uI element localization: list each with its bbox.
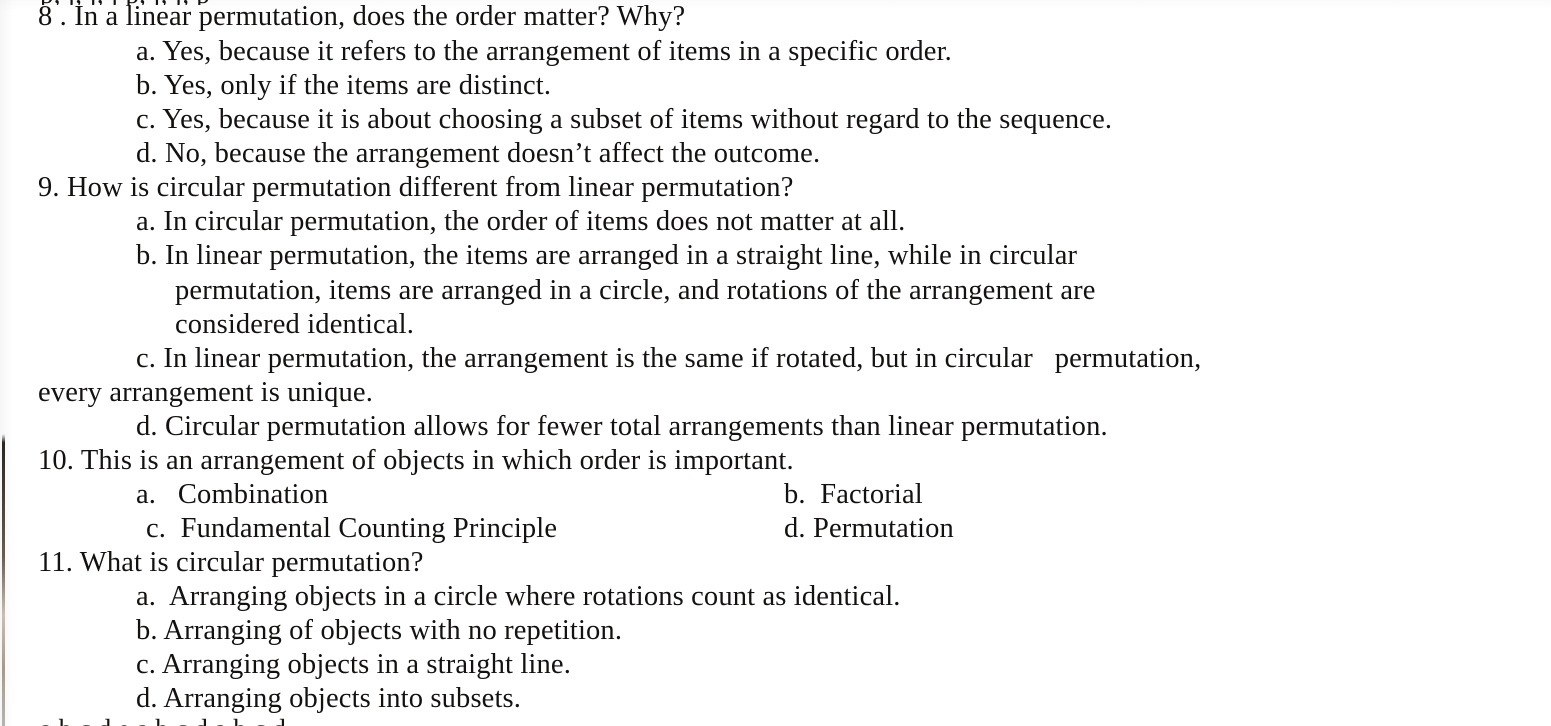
question-8-option-c: c. Yes, because it is about choosing a s… bbox=[136, 104, 1113, 135]
question-10-prompt: 10. This is an arrangement of objects in… bbox=[38, 445, 794, 476]
clipped-bottom-text: a b c d e a b c d a b c d bbox=[0, 714, 1551, 726]
question-10-option-d: d. Permutation bbox=[784, 513, 954, 544]
question-9-prompt: 9. How is circular permutation different… bbox=[38, 172, 794, 203]
question-11-option-d: d. Arranging objects into subsets. bbox=[136, 683, 522, 714]
question-8-option-d: d. No, because the arrangement doesn’t a… bbox=[136, 138, 821, 169]
question-9-option-b-line-3: considered identical. bbox=[175, 309, 414, 340]
clipped-bottom-text-row: a b c d e a b c d a b c d bbox=[0, 714, 1551, 726]
question-9-option-c: c. In linear permutation, the arrangemen… bbox=[136, 343, 1202, 374]
worksheet-text-body: 8 . In a linear permutation, does the or… bbox=[0, 0, 1551, 726]
question-9-option-d: d. Circular permutation allows for fewer… bbox=[136, 411, 1108, 442]
question-10-option-a: a. Combination bbox=[136, 479, 329, 510]
page-edge-artifact bbox=[2, 434, 5, 726]
question-9-option-c-line-2: every arrangement is unique. bbox=[38, 377, 373, 408]
question-11-option-b: b. Arranging of objects with no repetiti… bbox=[136, 615, 623, 646]
question-10-option-c: c. Fundamental Counting Principle bbox=[146, 513, 558, 544]
question-8-prompt: 8 . In a linear permutation, does the or… bbox=[38, 1, 686, 32]
question-8-option-a: a. Yes, because it refers to the arrange… bbox=[136, 36, 952, 67]
question-11-prompt: 11. What is circular permutation? bbox=[38, 547, 424, 578]
question-11-option-a: a. Arranging objects in a circle where r… bbox=[136, 581, 901, 612]
question-11-option-c: c. Arranging objects in a straight line. bbox=[136, 649, 571, 680]
question-9-option-b-line-2: permutation, items are arranged in a cir… bbox=[175, 275, 1096, 306]
question-9-option-b: b. In linear permutation, the items are … bbox=[136, 240, 1078, 271]
question-9-option-a: a. In circular permutation, the order of… bbox=[136, 206, 906, 237]
scanned-page: p, j, j, j p, j, j, p 8 . In a linear pe… bbox=[0, 0, 1551, 726]
question-10-option-b: b. Factorial bbox=[784, 479, 923, 510]
question-8-option-b: b. Yes, only if the items are distinct. bbox=[136, 70, 552, 101]
